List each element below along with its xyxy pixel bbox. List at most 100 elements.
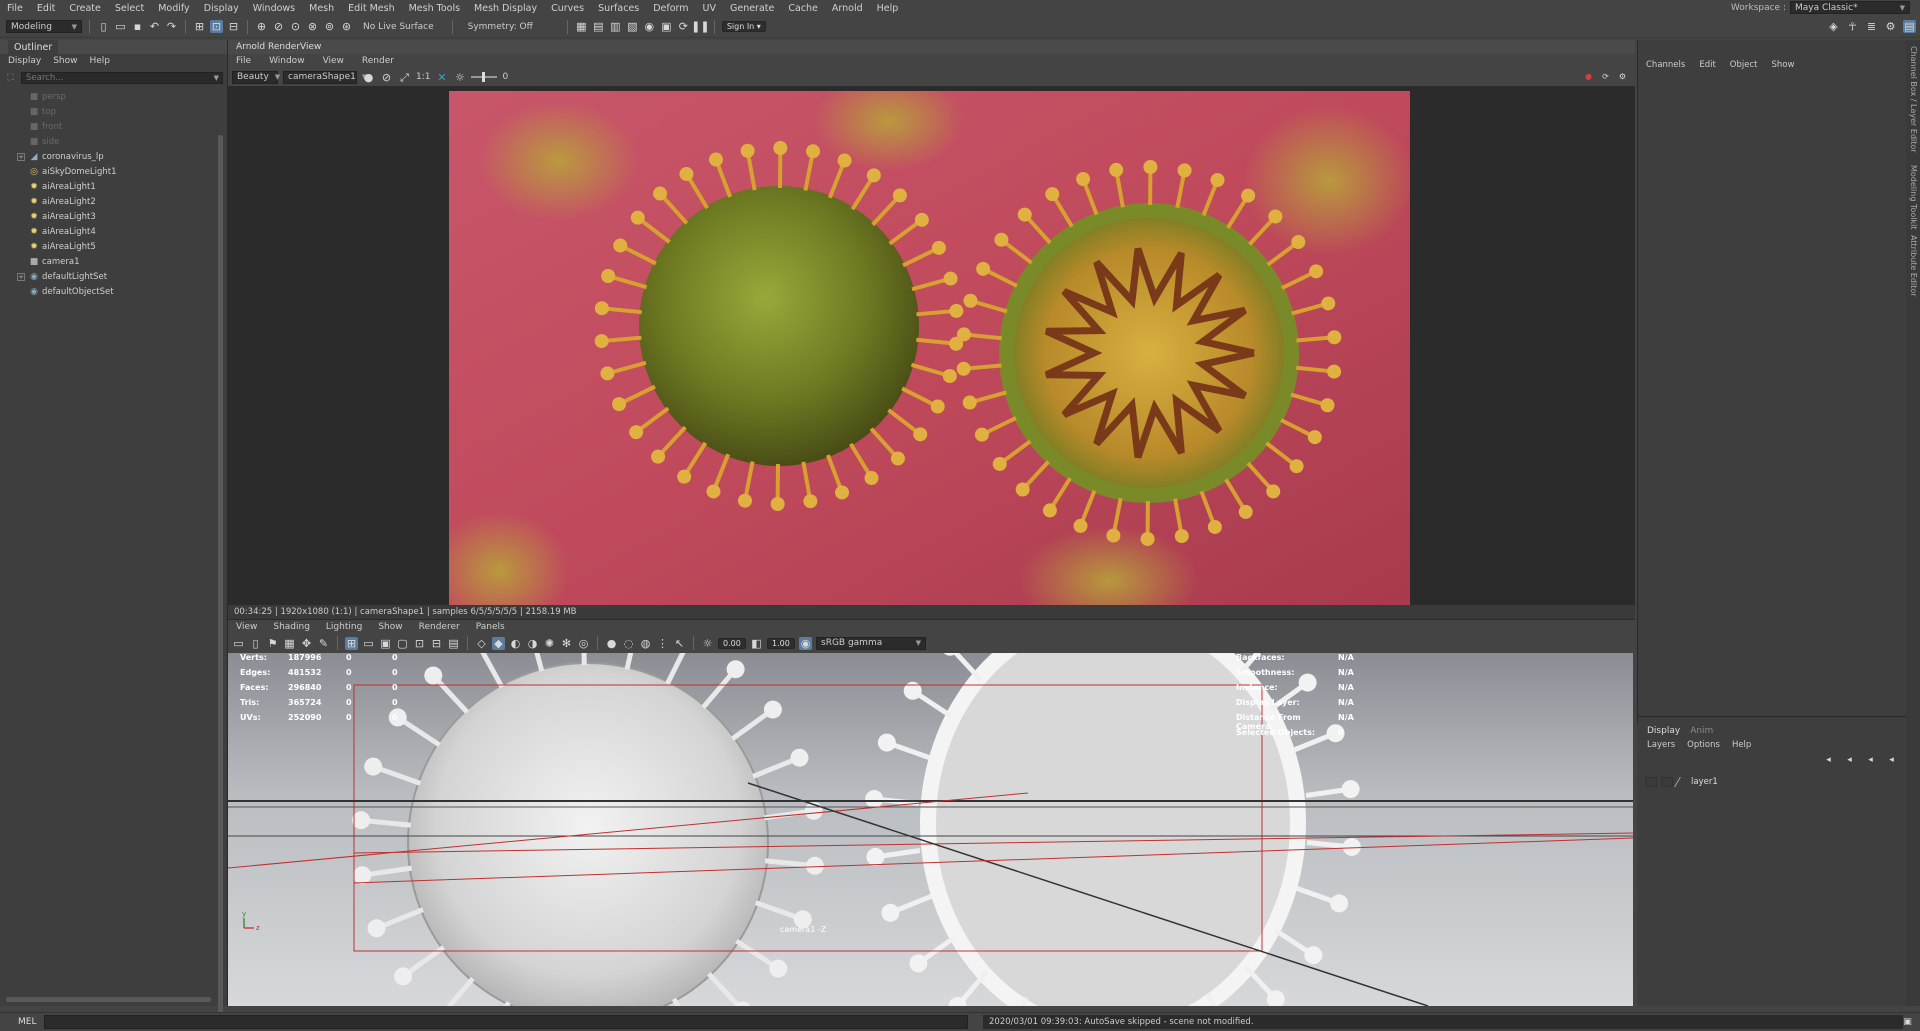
shadows-icon[interactable]: ✻	[560, 637, 573, 650]
side-tab[interactable]: Modeling Toolkit	[1909, 165, 1918, 229]
select-hierarchy-icon[interactable]: ⊞	[193, 20, 206, 33]
menu-help[interactable]: Help	[870, 3, 906, 14]
exposure-field[interactable]: 0.00	[718, 637, 746, 649]
wireframe-icon[interactable]: ◇	[475, 637, 488, 650]
viewport-canvas[interactable]: y z Verts: 187996 0 0 Edges: 481532 0 0 Faces: 29…	[228, 653, 1633, 1006]
snap-point-icon[interactable]: ⊙	[289, 20, 302, 33]
menu-edit[interactable]: Edit	[30, 3, 62, 14]
layer-menu-options[interactable]: Options	[1687, 740, 1720, 750]
exposure-value[interactable]: 0	[502, 72, 508, 82]
save-scene-icon[interactable]: ▪	[131, 20, 144, 33]
aov-dropdown[interactable]: Beauty ▼	[232, 70, 280, 84]
safe-action-icon[interactable]: ⊟	[430, 637, 443, 650]
exposure-slider[interactable]	[471, 72, 498, 82]
gate-mask-icon[interactable]: ▢	[396, 637, 409, 650]
channel-box-menu-edit[interactable]: Edit	[1699, 60, 1715, 70]
outliner-item[interactable]: ✹ aiAreaLight4	[0, 224, 227, 239]
slider-handle[interactable]	[482, 72, 486, 82]
grid-icon[interactable]: ⊞	[345, 636, 358, 650]
new-scene-icon[interactable]: ▯	[97, 20, 110, 33]
script-language-label[interactable]: MEL	[0, 1017, 44, 1027]
stop-render-icon[interactable]: ●	[1582, 71, 1595, 84]
outliner-menu-help[interactable]: Help	[89, 56, 110, 66]
viewport-menu-panels[interactable]: Panels	[476, 622, 505, 632]
select-object-icon[interactable]: ⊡	[210, 20, 223, 33]
scrollbar-thumb[interactable]	[218, 135, 223, 1015]
xray-components-icon[interactable]: ⋮	[656, 637, 669, 650]
channel-box-menu-channels[interactable]: Channels	[1646, 60, 1685, 70]
refresh-icon[interactable]: ⟳	[1599, 71, 1612, 84]
debug-shading-icon[interactable]: ✕	[435, 71, 448, 84]
outliner-item[interactable]: ✹ aiAreaLight5	[0, 239, 227, 254]
renderview-menu-view[interactable]: View	[323, 56, 344, 66]
lights-icon[interactable]: ✺	[543, 637, 556, 650]
new-empty-layer-icon[interactable]: ◂	[1864, 754, 1877, 767]
outliner-item[interactable]: ■ front	[0, 119, 227, 134]
menu-select[interactable]: Select	[108, 3, 151, 14]
renderview-menu-file[interactable]: File	[236, 56, 251, 66]
camera-attr-icon[interactable]: ▯	[249, 637, 262, 650]
menu-file[interactable]: File	[0, 3, 30, 14]
menu-surfaces[interactable]: Surfaces	[591, 3, 646, 14]
layer-tab-anim[interactable]: Anim	[1690, 726, 1713, 736]
side-tab[interactable]: Channel Box / Layer Editor	[1909, 46, 1918, 153]
menu-modify[interactable]: Modify	[151, 3, 196, 14]
outliner-item[interactable]: + ◢ coronavirus_lp	[0, 149, 227, 164]
visibility-toggle[interactable]	[1645, 777, 1657, 787]
layer-menu-help[interactable]: Help	[1732, 740, 1751, 750]
snap-live-icon[interactable]: ⊛	[340, 20, 353, 33]
gamma-icon[interactable]: ◧	[750, 637, 763, 650]
film-gate-icon[interactable]: ▭	[362, 637, 375, 650]
expand-toggle-icon[interactable]: +	[17, 272, 25, 281]
snap-surface-icon[interactable]: ⊚	[323, 20, 336, 33]
layer-tab-display[interactable]: Display	[1647, 726, 1680, 736]
outliner-item[interactable]: ■ persp	[0, 89, 227, 104]
move-layer-down-icon[interactable]: ◂	[1843, 754, 1856, 767]
expand-toggle-icon[interactable]: +	[17, 152, 25, 161]
move-layer-up-icon[interactable]: ◂	[1822, 754, 1835, 767]
outliner-item[interactable]: + ◉ defaultLightSet	[0, 269, 227, 284]
menu-mesh[interactable]: Mesh	[302, 3, 341, 14]
default-material-icon[interactable]: ◐	[509, 637, 522, 650]
viewport-menu-show[interactable]: Show	[378, 622, 402, 632]
outliner-item[interactable]: ■ side	[0, 134, 227, 149]
color-management-icon[interactable]: ◉	[799, 636, 812, 650]
open-scene-icon[interactable]: ▭	[114, 20, 127, 33]
outliner-item[interactable]: ◎ aiSkyDomeLight1	[0, 164, 227, 179]
menu-deform[interactable]: Deform	[646, 3, 695, 14]
render-frame-icon[interactable]: ▦	[575, 20, 588, 33]
outliner-menu-show[interactable]: Show	[53, 56, 77, 66]
search-input[interactable]: Search... ▼	[21, 72, 223, 84]
arnold-update-icon[interactable]: ⟳	[677, 20, 690, 33]
outliner-item[interactable]: ■ top	[0, 104, 227, 119]
viewport-menu-lighting[interactable]: Lighting	[326, 622, 362, 632]
renderview-menu-window[interactable]: Window	[269, 56, 305, 66]
textured-icon[interactable]: ◑	[526, 637, 539, 650]
viewport-menu-view[interactable]: View	[236, 622, 257, 632]
cursor-icon[interactable]: ↖	[673, 637, 686, 650]
menu-display[interactable]: Display	[197, 3, 246, 14]
snap-curve-icon[interactable]: ⊘	[272, 20, 285, 33]
symmetry-label[interactable]: Symmetry: Off	[468, 22, 533, 32]
image-plane-icon[interactable]: ▦	[283, 637, 296, 650]
field-chart-icon[interactable]: ⊡	[413, 637, 426, 650]
render-dot-icon[interactable]: ●	[362, 71, 375, 84]
xray-joints-icon[interactable]: ◍	[639, 637, 652, 650]
arnold-render-icon[interactable]: ◉	[643, 20, 656, 33]
tab-outliner[interactable]: Outliner	[8, 40, 59, 54]
grease-pencil-icon[interactable]: ✎	[317, 637, 330, 650]
menu-arnold[interactable]: Arnold	[825, 3, 870, 14]
hypershade-icon[interactable]: ▧	[626, 20, 639, 33]
outliner-item[interactable]: ✹ aiAreaLight1	[0, 179, 227, 194]
colorspace-dropdown[interactable]: sRGB gamma ▼	[816, 636, 926, 650]
xray-icon[interactable]: ◌	[622, 637, 635, 650]
renderview-menu-render[interactable]: Render	[362, 56, 394, 66]
channel-box-icon[interactable]: ▤	[1903, 20, 1916, 33]
workspace-dropdown[interactable]: Maya Classic* ▼	[1790, 1, 1910, 14]
menu-mesh-tools[interactable]: Mesh Tools	[402, 3, 467, 14]
mode-dropdown[interactable]: Modeling ▼	[6, 20, 82, 33]
isolate-select-icon[interactable]: ●	[605, 637, 618, 650]
safe-title-icon[interactable]: ▤	[447, 637, 460, 650]
snap-view-icon[interactable]: ⊗	[306, 20, 319, 33]
viewport-menu-shading[interactable]: Shading	[273, 622, 310, 632]
